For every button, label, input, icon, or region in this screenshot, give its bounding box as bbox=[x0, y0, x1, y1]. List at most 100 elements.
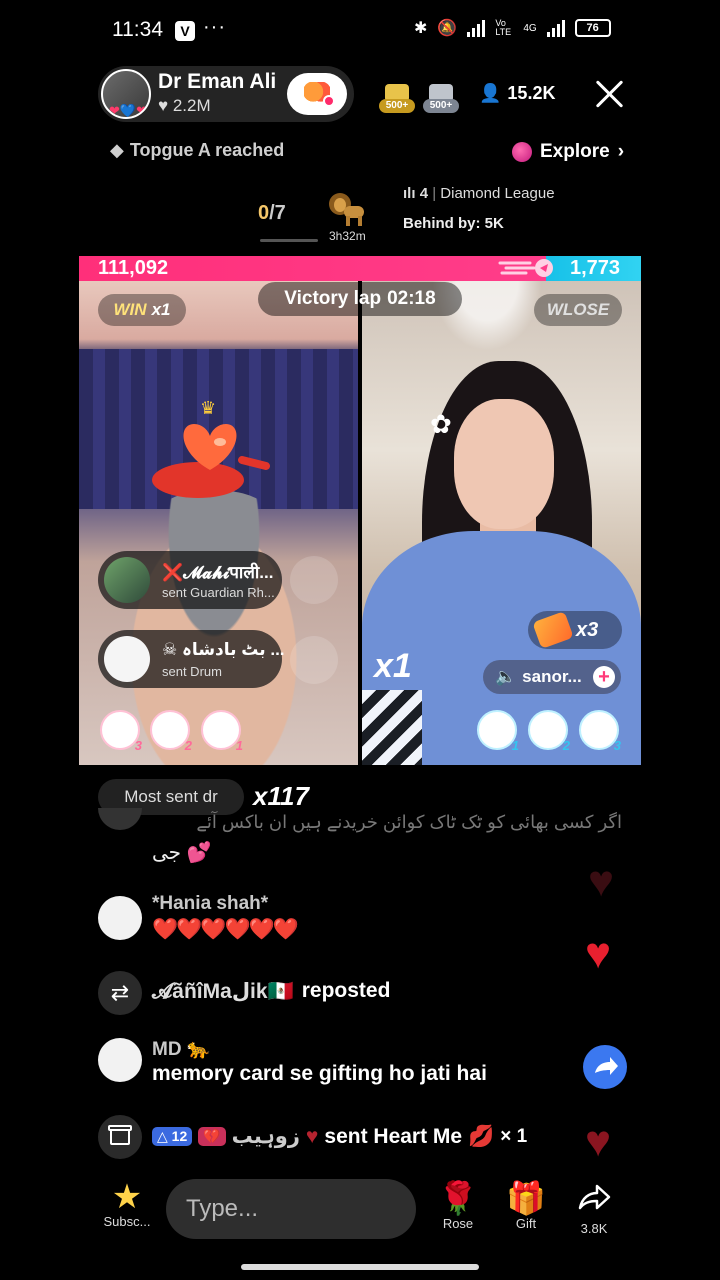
win-multiplier: x1 bbox=[151, 300, 171, 319]
comment-avatar[interactable] bbox=[98, 1038, 142, 1082]
bar-chart-icon: ılı bbox=[403, 185, 416, 202]
viewer-count-label: 15.2K bbox=[507, 83, 556, 103]
popular-multiplier-label: x3 bbox=[576, 618, 599, 641]
video-left[interactable] bbox=[79, 281, 358, 765]
league-info[interactable]: ılı 4 | Diamond League bbox=[403, 185, 555, 202]
comment-text: memory card se gifting ho jati hai bbox=[152, 1062, 487, 1085]
slot-rank: 2 bbox=[184, 738, 192, 753]
multiplier-left: x1 bbox=[374, 647, 412, 685]
victory-lap-timer: 02:18 bbox=[387, 288, 436, 309]
comment-username[interactable]: *Hania shah* bbox=[152, 893, 268, 915]
comment-avatar[interactable] bbox=[98, 896, 142, 940]
top-gifter-slot[interactable]: 1 bbox=[201, 710, 243, 753]
follow-plus-button[interactable]: + bbox=[593, 666, 615, 688]
fan-club-button[interactable] bbox=[287, 73, 347, 115]
share-arrow-icon[interactable] bbox=[583, 1045, 627, 1089]
top-gifter-badge-1[interactable]: 500+ bbox=[379, 84, 415, 114]
overflow-icon: ··· bbox=[203, 16, 226, 38]
most-sent-count: x117 bbox=[253, 781, 309, 811]
heart-gift-icon bbox=[152, 424, 270, 498]
slot-rank: 3 bbox=[613, 738, 621, 753]
gifter-avatar bbox=[104, 557, 150, 603]
battery-icon: 76 bbox=[574, 19, 611, 37]
viewer-count[interactable]: 👤 15.2K bbox=[479, 83, 555, 104]
league-name: Diamond League bbox=[440, 185, 555, 202]
league-ticker[interactable]: ◆ Topgue A reached bbox=[110, 140, 284, 161]
diamond-icon: ◆ bbox=[110, 140, 124, 160]
league-timer: 3h32m bbox=[329, 229, 366, 243]
explore-button[interactable]: Explore › bbox=[512, 141, 624, 163]
crown-icon: ♛ bbox=[200, 398, 217, 418]
rose-button[interactable]: 🌹 Rose bbox=[428, 1180, 488, 1231]
gifter-avatar bbox=[104, 636, 150, 682]
chevron-right-icon: › bbox=[617, 141, 625, 162]
speaker-muted-icon: 🔈 bbox=[495, 667, 517, 686]
win-label: WIN bbox=[113, 300, 147, 319]
crown-icon bbox=[385, 84, 409, 100]
floating-heart-icon: ♥ bbox=[588, 857, 615, 906]
repost-username[interactable]: 𝓐ãñîMaلik🇲🇽 bbox=[152, 979, 294, 1004]
notification-dot bbox=[323, 95, 335, 107]
explore-icon bbox=[512, 142, 532, 162]
top-gifter-slot[interactable]: 2 bbox=[528, 710, 570, 753]
top-gifter-slot[interactable]: 3 bbox=[100, 710, 142, 753]
volte-label: Vo LTE bbox=[495, 18, 512, 37]
heart-me-gift-icon: 💋 bbox=[468, 1124, 495, 1148]
slot-rank: 1 bbox=[511, 738, 519, 753]
badge-count: 500+ bbox=[379, 99, 415, 113]
gift-label: Gift bbox=[515, 1216, 537, 1231]
share-button[interactable]: 3.8K bbox=[564, 1180, 624, 1236]
slot-rank: 2 bbox=[562, 738, 570, 753]
host-avatar[interactable]: ❤💙❤ bbox=[101, 69, 151, 119]
signal-icon bbox=[467, 19, 486, 37]
heart-icon: ♥ bbox=[305, 1124, 319, 1148]
gifter-name[interactable]: زوہیب bbox=[232, 1124, 300, 1149]
progress-total: /7 bbox=[269, 202, 286, 224]
comment-text: اگر کسی بھائی کو ٹک ٹاک کوائن خریدنے ہیں… bbox=[196, 812, 622, 832]
comment-text: ❤️❤️❤️❤️❤️❤️ bbox=[152, 918, 299, 941]
gift-box-icon bbox=[98, 1115, 142, 1159]
league-ticker-label: Topgue A reached bbox=[129, 140, 285, 160]
subscribe-label: Subsc... bbox=[103, 1214, 151, 1229]
slot-rank: 1 bbox=[235, 738, 243, 753]
gift-toast[interactable]: ❌𝓜𝓪𝓱𝓲पाली... sent Guardian Rh... bbox=[98, 551, 282, 609]
task-progress[interactable]: 0/7 bbox=[258, 202, 286, 225]
subscribe-button[interactable]: ★ Subsc... bbox=[100, 1180, 154, 1229]
top-gifter-slot[interactable]: 3 bbox=[579, 710, 621, 753]
battle-spark-icon bbox=[498, 259, 553, 277]
rose-icon: 🌹 bbox=[438, 1180, 478, 1216]
home-indicator[interactable] bbox=[241, 1264, 479, 1270]
league-rank: 4 bbox=[419, 185, 429, 202]
close-button[interactable] bbox=[594, 78, 626, 110]
host-likes: ♥ 2.2M bbox=[158, 96, 211, 115]
comment-avatar bbox=[98, 808, 142, 830]
rose-label: Rose bbox=[442, 1216, 474, 1231]
top-gifter-slot[interactable]: 1 bbox=[477, 710, 519, 753]
comment-username[interactable]: MD 🐆 bbox=[152, 1037, 210, 1061]
gift-icon: 🎁 bbox=[506, 1180, 546, 1216]
score-left: 111,092 bbox=[98, 257, 169, 279]
top-gifter-badge-2[interactable]: 500+ bbox=[423, 84, 459, 114]
app-badge-icon: V bbox=[175, 21, 195, 41]
gift-count: × 1 bbox=[500, 1125, 528, 1147]
tiktok-logo-icon bbox=[290, 636, 338, 684]
gift-toast[interactable]: ☠︎ بٹ بادشاہ ... sent Drum bbox=[98, 630, 285, 688]
gift-button[interactable]: 🎁 Gift bbox=[496, 1180, 556, 1231]
gift-text: sent Heart Me bbox=[324, 1124, 463, 1148]
progress-track bbox=[260, 239, 318, 242]
popular-icon bbox=[532, 611, 574, 649]
effect-pattern bbox=[362, 690, 422, 765]
victory-lap-label: Victory lap bbox=[284, 288, 382, 309]
badge-count: 500+ bbox=[423, 99, 459, 113]
tiktok-logo-icon bbox=[290, 556, 338, 604]
comment-input[interactable]: Type... bbox=[166, 1179, 416, 1239]
lion-icon[interactable] bbox=[326, 190, 368, 228]
behind-by: Behind by: 5K bbox=[403, 215, 504, 232]
level-badge: △ 12 bbox=[152, 1127, 193, 1146]
status-time: 11:34 bbox=[112, 18, 163, 41]
score-right: 1,773 bbox=[570, 257, 621, 279]
guest-audio-pill[interactable]: 🔈 sanor... + bbox=[483, 660, 621, 694]
repost-icon: ⇄ bbox=[98, 971, 142, 1015]
top-gifter-slot[interactable]: 2 bbox=[150, 710, 192, 753]
host-name[interactable]: Dr Eman Ali bbox=[158, 70, 276, 94]
